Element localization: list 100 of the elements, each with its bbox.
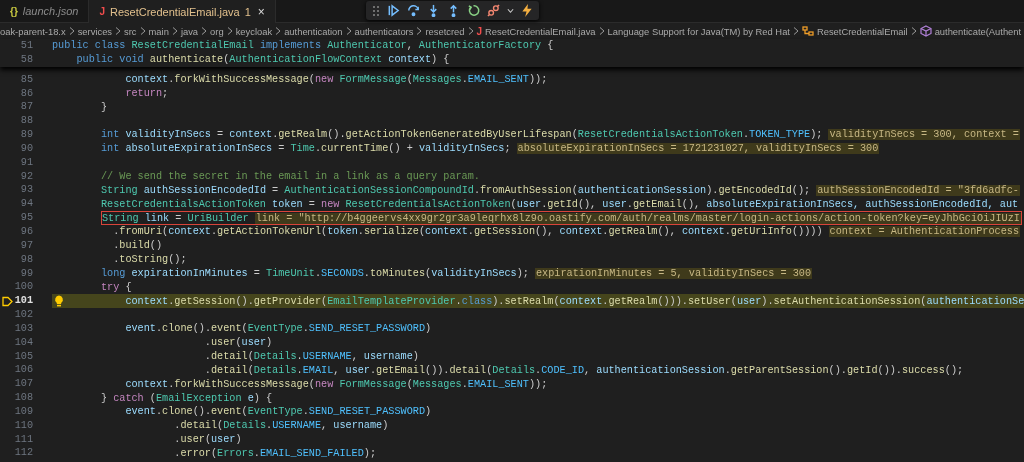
code-text: int absoluteExpirationInSecs = Time.currentTime() + validityInSecs;	[100, 143, 511, 155]
execution-pointer-icon	[2, 295, 13, 307]
line-number: 95	[20, 211, 33, 225]
chevron-icon	[115, 27, 122, 35]
step-over-icon[interactable]	[407, 4, 420, 17]
code-text: long expirationInMinutes = TimeUnit.SECONDS.toMinutes(validityInSecs);	[100, 267, 529, 279]
grip-icon[interactable]	[372, 4, 380, 17]
line-number: 92	[20, 169, 33, 184]
code-text: ResetCredentialsActionToken token = new ResetCredentialsActionToken(user.getId(), user.getEmail(), absoluteExpirationInSecs, authSessionEncodedId, aut	[100, 198, 1019, 210]
plug-icon[interactable]	[487, 4, 500, 17]
line-number: 105	[14, 349, 33, 364]
code-text: .build()	[113, 240, 163, 252]
tab-label: launch.json	[22, 5, 79, 17]
line-number: 96	[20, 224, 33, 239]
code-text: .toString();	[113, 254, 187, 266]
line-number: 51	[20, 39, 33, 53]
chevron-icon	[139, 27, 146, 35]
line-number: 112	[14, 446, 33, 461]
inline-value: absoluteExpirationInSecs = 1721231027, validityInSecs = 300	[516, 143, 880, 155]
line-number: 109	[14, 404, 33, 419]
breadcrumb-item[interactable]: ResetCredentialEmail.java	[485, 25, 596, 37]
breadcrumb-item[interactable]: authenticate(Authent	[934, 25, 1022, 37]
breadcrumb-item[interactable]: ResetCredentialEmail	[816, 25, 908, 37]
breadcrumb-item[interactable]: Language Support for Java(TM) by Red Hat	[607, 25, 790, 37]
code-text: .user(user)	[174, 434, 242, 446]
inline-value: context = AuthenticationProcess	[828, 226, 1021, 238]
line-number: 89	[20, 128, 33, 142]
line-number: 107	[14, 377, 33, 392]
line-number: 88	[20, 114, 33, 129]
chevron-icon	[792, 27, 799, 35]
line-number: 102	[14, 308, 33, 322]
file-type-icon: {}	[10, 5, 18, 17]
chevron-icon	[416, 27, 423, 35]
line-number: 110	[14, 418, 33, 433]
code-text: try {	[100, 281, 132, 293]
breadcrumb-item[interactable]: authentication	[284, 25, 343, 37]
tab-label: ResetCredentialEmail.java	[110, 5, 240, 18]
line-number: 100	[14, 280, 33, 295]
line-number: 104	[14, 335, 33, 350]
line-number: 85	[20, 72, 33, 87]
code-text: context.forkWithSuccessMessage(new FormMessage(Messages.EMAIL_SENT));	[125, 74, 548, 86]
line-number: 97	[20, 238, 33, 253]
inline-value: authSessionEncodedId = "3fd6adfc-	[816, 184, 1020, 196]
code-text: public void authenticate(AuthenticationFlowContext context) {	[76, 54, 450, 66]
java-file-icon: J	[476, 25, 483, 37]
line-number: 93	[20, 183, 33, 198]
file-type-icon: J	[99, 6, 105, 17]
chevron-icon	[171, 27, 178, 35]
code-text: event.clone().event(EventType.SEND_RESET_PASSWORD)	[125, 323, 432, 335]
line-number: 103	[14, 321, 33, 336]
line-number: 108	[14, 391, 33, 405]
code-text: .detail(Details.USERNAME, username)	[204, 351, 419, 362]
inline-value: validityInSecs = 300, context =	[828, 129, 1020, 141]
line-number: 98	[20, 252, 33, 267]
close-button[interactable]: ×	[257, 4, 265, 19]
line-number: 106	[14, 363, 33, 378]
restart-icon[interactable]	[467, 4, 480, 17]
caret-icon[interactable]	[507, 7, 514, 14]
code-text: .user(user)	[204, 337, 273, 349]
breadcrumb-item[interactable]: authenticators	[354, 25, 414, 37]
chevron-icon	[68, 27, 75, 35]
chevron-icon	[345, 27, 352, 35]
cube-icon	[919, 25, 932, 37]
code-text: return;	[125, 87, 169, 99]
breadcrumb-item[interactable]: src	[124, 25, 137, 37]
code-text: .fromUri(context.getActionTokenUrl(token.serialize(context.getSession(), context.getRealm(), context.getUriInfo())))	[113, 226, 823, 238]
breadcrumb-item[interactable]: keycloak	[235, 25, 273, 37]
chevron-icon	[467, 27, 474, 35]
breadcrumb-item[interactable]: resetcred	[425, 25, 465, 37]
code-text: .detail(Details.EMAIL, user.getEmail()).detail(Details.CODE_ID, authenticationSession.getParentSession().getId()).success();	[204, 364, 964, 376]
code-text: }	[100, 101, 108, 113]
class-icon	[801, 25, 814, 37]
chevron-icon	[226, 27, 233, 35]
breadcrumb-item[interactable]: org	[210, 25, 224, 37]
lightbulb-icon[interactable]	[54, 295, 64, 308]
lightning-icon[interactable]	[521, 4, 533, 17]
code-text: context.forkWithSuccessMessage(new FormMessage(Messages.EMAIL_SENT));	[125, 378, 548, 390]
code-text: .error(Errors.EMAIL_SEND_FAILED);	[174, 447, 377, 459]
editor-tab[interactable]: J ResetCredentialEmail.java 1 ×	[89, 0, 276, 23]
step-into-icon[interactable]	[427, 4, 440, 17]
chevron-icon	[598, 27, 605, 35]
code-text: context.getSession().getProvider(EmailTemplateProvider.class).setRealm(context.getRealm())).setUser(user).setAuthenticationSession(authenticationSe	[125, 295, 1024, 307]
line-number: 99	[20, 266, 33, 281]
breadcrumb-item[interactable]: oak-parent-18.x	[0, 25, 66, 37]
line-number: 111	[14, 432, 33, 447]
line-number: 86	[20, 86, 33, 101]
breadcrumb-item[interactable]: services	[77, 25, 113, 37]
line-number: 101	[14, 294, 33, 309]
line-number: 94	[20, 197, 33, 212]
code-text: int validityInSecs = context.getRealm().getActionTokenGeneratedByUserLifespan(ResetCredentialsActionToken.TOKEN_TYPE);	[100, 129, 823, 141]
line-number: 91	[20, 155, 33, 170]
code-text: } catch (EmailException e) {	[100, 392, 273, 404]
line-number: 90	[20, 141, 33, 156]
problem-count: 1	[244, 5, 251, 18]
breadcrumb-item[interactable]: main	[148, 25, 169, 37]
line-number: 58	[20, 52, 33, 67]
continue-icon[interactable]	[387, 4, 400, 17]
breadcrumb-item[interactable]: java	[180, 25, 199, 37]
code-text: .detail(Details.USERNAME, username)	[174, 420, 389, 432]
code-text: event.clone().event(EventType.SEND_RESET_PASSWORD)	[125, 406, 432, 418]
